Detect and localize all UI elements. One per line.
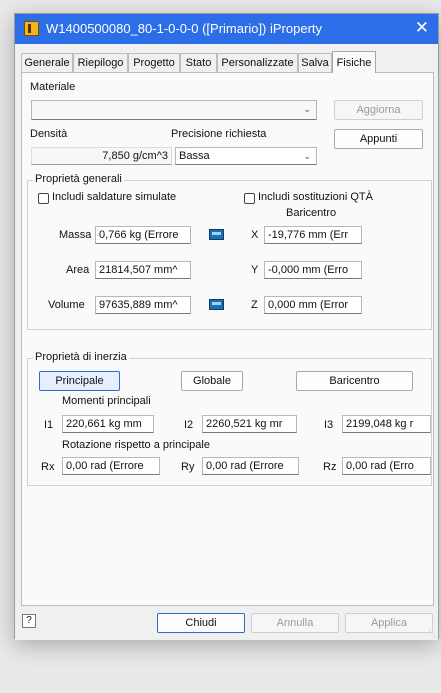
i2-label: I2	[184, 419, 194, 431]
tab-generale[interactable]: Generale	[21, 53, 73, 72]
i3-label: I3	[324, 419, 334, 431]
i3-field[interactable]: 2199,048 kg r	[342, 415, 431, 433]
chevron-down-icon: ⌄	[303, 104, 311, 114]
tab-fisiche[interactable]: Fisiche	[332, 51, 376, 73]
chiudi-button[interactable]: Chiudi	[157, 613, 245, 633]
include-qty-label: Includi sostituzioni QTÀ	[258, 191, 373, 203]
include-welds-label: Includi saldature simulate	[52, 191, 177, 203]
massa-field[interactable]: 0,766 kg (Errore	[95, 226, 191, 244]
z-label: Z	[251, 299, 258, 311]
iproperty-app-icon	[24, 21, 39, 36]
calculator-icon[interactable]	[209, 229, 224, 240]
appunti-button[interactable]: Appunti	[334, 129, 423, 149]
y-field[interactable]: -0,000 mm (Erro	[264, 261, 362, 279]
ry-field[interactable]: 0,00 rad (Errore	[202, 457, 299, 475]
materiale-label: Materiale	[30, 81, 76, 93]
materiale-select[interactable]: ⌄	[31, 100, 317, 120]
y-label: Y	[251, 264, 259, 276]
precisione-value: Bassa	[179, 150, 210, 162]
tab-progetto[interactable]: Progetto	[128, 53, 180, 72]
iproperty-dialog: W1400500080_80-1-0-0-0 ([Primario]) iPro…	[14, 13, 439, 640]
dialog-footer: ? Chiudi Annulla Applica ⋱	[15, 606, 438, 640]
area-field[interactable]: 21814,507 mm^	[95, 261, 191, 279]
calculator-icon[interactable]	[209, 299, 224, 310]
volume-label: Volume	[48, 299, 85, 311]
z-field[interactable]: 0,000 mm (Error	[264, 296, 362, 314]
i2-field[interactable]: 2260,521 kg mr	[202, 415, 297, 433]
aggiorna-button[interactable]: Aggiorna	[334, 100, 423, 120]
general-properties-title: Proprietà generali	[33, 173, 124, 185]
densita-field: 7,850 g/cm^3	[31, 147, 172, 165]
tab-personalizzate[interactable]: Personalizzate	[217, 53, 298, 72]
ry-label: Ry	[181, 461, 195, 473]
inertia-title: Proprietà di inerzia	[33, 351, 129, 363]
precisione-select[interactable]: Bassa ⌄	[175, 147, 317, 165]
baricentro-button[interactable]: Baricentro	[296, 371, 413, 391]
i1-label: I1	[44, 419, 54, 431]
rx-label: Rx	[41, 461, 55, 473]
window-title: W1400500080_80-1-0-0-0 ([Primario]) iPro…	[46, 21, 323, 36]
applica-button[interactable]: Applica	[345, 613, 433, 633]
resize-grip-icon[interactable]: ⋱	[428, 629, 436, 638]
include-qty-checkbox[interactable]	[244, 193, 255, 204]
chevron-down-icon: ⌄	[303, 151, 311, 161]
inertia-group: Proprietà di inerzia Principale Globale …	[27, 351, 432, 486]
general-properties-group: Proprietà generali Includi saldature sim…	[27, 173, 432, 330]
rz-field[interactable]: 0,00 rad (Erro	[342, 457, 431, 475]
tab-riepilogo[interactable]: Riepilogo	[73, 53, 128, 72]
rx-field[interactable]: 0,00 rad (Errore	[62, 457, 160, 475]
momenti-principali-label: Momenti principali	[62, 395, 151, 407]
i1-field[interactable]: 220,661 kg mm	[62, 415, 154, 433]
close-icon[interactable]: ✕	[415, 18, 429, 38]
principale-button[interactable]: Principale	[39, 371, 120, 391]
include-welds-checkbox[interactable]	[38, 193, 49, 204]
globale-button[interactable]: Globale	[181, 371, 243, 391]
volume-field[interactable]: 97635,889 mm^	[95, 296, 191, 314]
x-label: X	[251, 229, 259, 241]
densita-label: Densità	[30, 128, 68, 140]
rz-label: Rz	[323, 461, 337, 473]
area-label: Area	[66, 264, 90, 276]
baricentro-label: Baricentro	[286, 207, 337, 219]
fisiche-panel: Materiale ⌄ Aggiorna Densità Precisione …	[21, 72, 434, 606]
massa-label: Massa	[59, 229, 92, 241]
annulla-button[interactable]: Annulla	[251, 613, 339, 633]
x-field[interactable]: -19,776 mm (Err	[264, 226, 362, 244]
title-bar: W1400500080_80-1-0-0-0 ([Primario]) iPro…	[15, 14, 438, 44]
help-icon[interactable]: ?	[22, 614, 36, 628]
tab-salva[interactable]: Salva	[298, 53, 332, 72]
tab-stato[interactable]: Stato	[180, 53, 217, 72]
precisione-label: Precisione richiesta	[171, 128, 267, 140]
rotazione-label: Rotazione rispetto a principale	[62, 439, 210, 451]
